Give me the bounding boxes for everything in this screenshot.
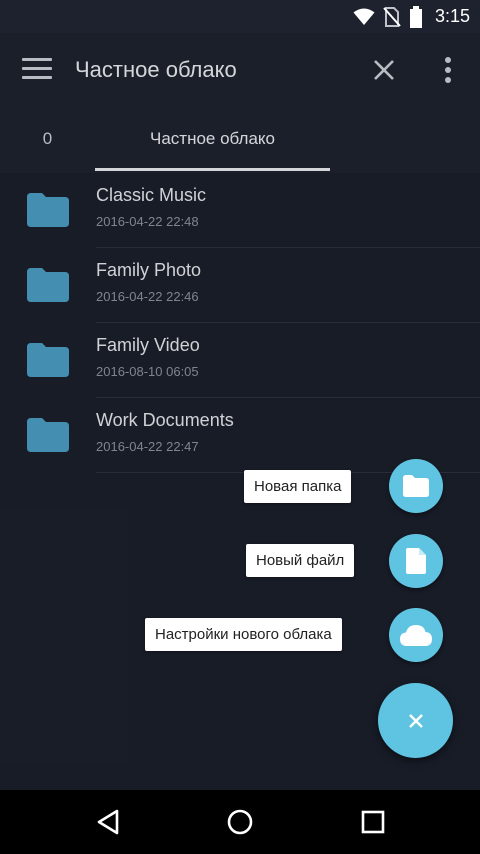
- new-folder-label[interactable]: Новая папка: [244, 470, 352, 503]
- new-file-label[interactable]: Новый файл: [246, 544, 355, 577]
- back-button[interactable]: [92, 807, 124, 837]
- speed-dial-overlay[interactable]: [0, 33, 480, 790]
- close-speed-dial-button[interactable]: [378, 683, 453, 758]
- home-icon: [227, 809, 253, 835]
- cloud-icon: [400, 625, 432, 646]
- back-icon: [97, 809, 119, 835]
- folder-icon: [403, 475, 429, 497]
- new-folder-button[interactable]: [389, 459, 443, 513]
- new-cloud-settings-button[interactable]: [389, 608, 443, 662]
- close-icon: [408, 713, 423, 728]
- file-icon: [406, 548, 426, 574]
- status-clock: 3:15: [434, 6, 470, 26]
- battery-icon: [409, 5, 422, 28]
- recents-button[interactable]: [357, 807, 389, 837]
- recents-icon: [361, 810, 385, 834]
- no-sim-icon: [383, 6, 401, 27]
- wifi-icon: [353, 8, 375, 25]
- system-nav-bar: [0, 790, 480, 854]
- new-cloud-settings-label[interactable]: Настройки нового облака: [145, 618, 342, 651]
- new-file-button[interactable]: [389, 534, 443, 588]
- home-button[interactable]: [224, 807, 256, 837]
- status-bar: 3:15: [0, 0, 480, 33]
